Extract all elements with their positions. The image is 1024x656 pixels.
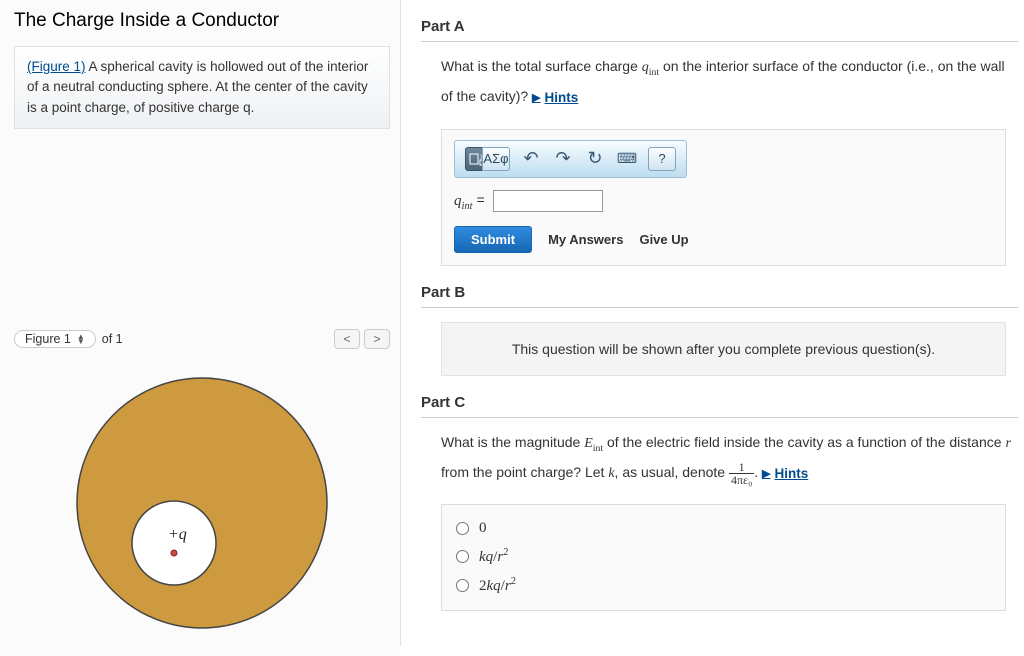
option-radio[interactable] xyxy=(456,550,469,563)
option-row[interactable]: kq/r2 xyxy=(456,542,991,571)
option-row[interactable]: 2kq/r2 xyxy=(456,571,991,600)
undo-icon[interactable]: ↶ xyxy=(520,147,542,171)
answer-block-a: x ΑΣφ ↶ ↷ ↻ ⌨ ? qint = Submit My Answers… xyxy=(441,129,1006,266)
part-a-hints[interactable]: ▶ Hints xyxy=(532,88,578,109)
part-a-question: What is the total surface charge qint on… xyxy=(421,46,1018,117)
part-c-header: Part C xyxy=(421,392,1018,418)
figure-next-button[interactable]: > xyxy=(364,329,390,349)
part-b-locked: This question will be shown after you co… xyxy=(441,322,1006,376)
dropdown-arrows-icon: ▲▼ xyxy=(77,334,85,344)
part-a-header: Part A xyxy=(421,16,1018,42)
figure-count: of 1 xyxy=(102,332,123,346)
triangle-right-icon: ▶ xyxy=(762,466,770,483)
give-up-link[interactable]: Give Up xyxy=(639,232,688,247)
part-c-question: What is the magnitude Eint of the electr… xyxy=(421,422,1018,494)
option-radio[interactable] xyxy=(456,522,469,535)
charge-label-text: +q xyxy=(168,526,187,543)
option-row[interactable]: 0 xyxy=(456,515,991,542)
answer-input[interactable] xyxy=(493,190,603,212)
problem-description: (Figure 1) A spherical cavity is hollowe… xyxy=(14,46,390,129)
reset-icon[interactable]: ↻ xyxy=(584,147,606,171)
figure-image: +q xyxy=(14,363,390,646)
figure-bar: Figure 1 ▲▼ of 1 < > xyxy=(14,329,390,349)
figure-prev-button[interactable]: < xyxy=(334,329,360,349)
triangle-right-icon: ▶ xyxy=(532,90,540,107)
figure-link[interactable]: (Figure 1) xyxy=(27,59,86,74)
figure-selector[interactable]: Figure 1 ▲▼ xyxy=(14,330,96,348)
keyboard-icon[interactable]: ⌨ xyxy=(616,147,638,171)
part-b-header: Part B xyxy=(421,282,1018,308)
part-c-options: 0 kq/r2 2kq/r2 xyxy=(441,504,1006,611)
equation-toolbar: x ΑΣφ ↶ ↷ ↻ ⌨ ? xyxy=(454,140,687,178)
option-radio[interactable] xyxy=(456,579,469,592)
page-title: The Charge Inside a Conductor xyxy=(14,10,390,32)
help-button[interactable]: ? xyxy=(648,147,676,171)
answer-input-row: qint = xyxy=(454,190,993,212)
redo-icon[interactable]: ↷ xyxy=(552,147,574,171)
part-c-hints[interactable]: ▶ Hints xyxy=(762,464,808,485)
my-answers-link[interactable]: My Answers xyxy=(548,232,623,247)
submit-button[interactable]: Submit xyxy=(454,226,532,253)
greek-tool-button[interactable]: ΑΣφ xyxy=(482,147,510,171)
